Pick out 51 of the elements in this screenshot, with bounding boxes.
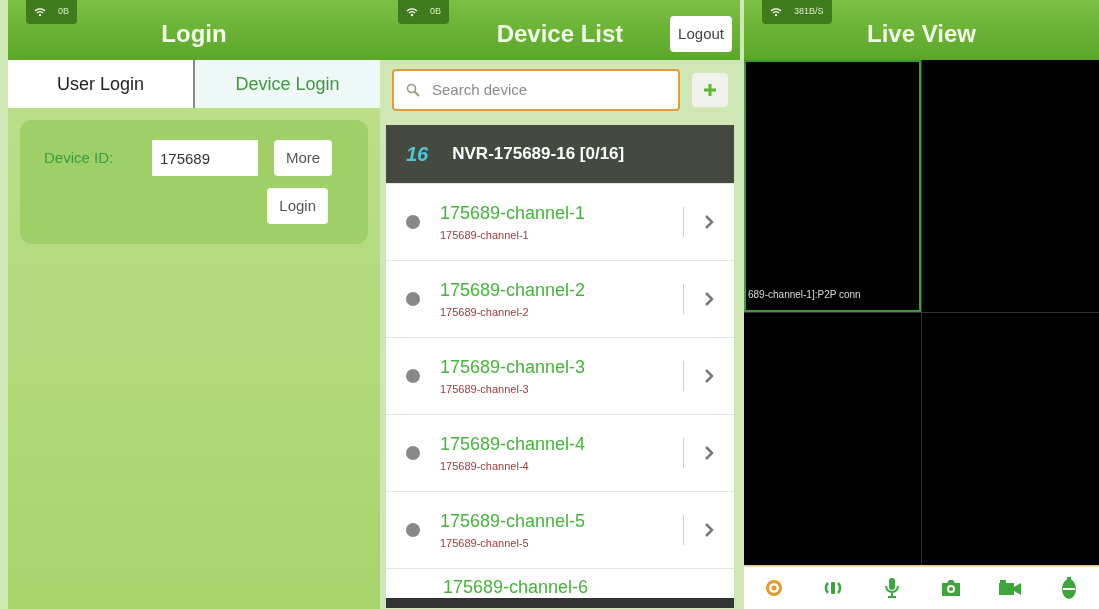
screen-title: Live View	[867, 19, 976, 49]
chevron-right-icon	[704, 445, 714, 461]
video-cell[interactable]: 689-channel-1]:P2P conn	[744, 60, 921, 312]
channel-name: 175689-channel-5	[440, 510, 587, 534]
search-bar[interactable]: Search device	[392, 69, 680, 111]
microphone-icon	[882, 577, 901, 599]
video-cell[interactable]	[922, 60, 1099, 312]
device-group-header[interactable]: 16 NVR-175689-16 [0/16]	[386, 125, 734, 183]
video-cell[interactable]	[922, 313, 1099, 565]
device-id-field[interactable]: 175689	[152, 140, 258, 176]
channel-subtitle: 175689-channel-2	[440, 305, 530, 321]
screen-title: Login	[161, 19, 227, 49]
wifi-icon	[406, 7, 418, 17]
channel-row[interactable]: 175689-channel-2 175689-channel-2	[386, 260, 734, 337]
network-speed: 381B/S	[794, 5, 824, 19]
channel-row[interactable]: 175689-channel-5 175689-channel-5	[386, 491, 734, 568]
chevron-right-icon	[704, 214, 714, 230]
channel-name: 175689-channel-1	[440, 202, 587, 226]
video-camera-icon	[998, 579, 1023, 597]
channel-name: 175689-channel-4	[440, 433, 587, 457]
login-button[interactable]: Login	[267, 188, 328, 224]
device-group-name: NVR-175689-16 [0/16]	[452, 143, 625, 166]
channel-count-label: 16	[406, 142, 429, 167]
more-button[interactable]: More	[274, 140, 333, 176]
channel-subtitle: 175689-channel-3	[440, 382, 530, 398]
logout-button[interactable]: Logout	[670, 16, 732, 52]
plus-icon	[703, 83, 717, 97]
channel-row[interactable]: 175689-channel-1 175689-channel-1	[386, 183, 734, 260]
video-status-text: 689-channel-1]:P2P conn	[747, 288, 862, 302]
channel-subtitle: 175689-channel-4	[440, 459, 530, 475]
device-id-label: Device ID:	[44, 147, 115, 168]
screen-title: Device List	[496, 19, 624, 49]
network-speed: 0B	[430, 5, 441, 19]
channel-name: 175689-channel-6	[443, 576, 589, 598]
chevron-right-icon	[704, 522, 714, 538]
add-button[interactable]	[692, 73, 728, 107]
chevron-right-icon	[704, 368, 714, 384]
chevron-right-icon	[704, 291, 714, 307]
channel-row[interactable]: 175689-channel-4 175689-channel-4	[386, 414, 734, 491]
video-cell[interactable]	[744, 313, 921, 565]
channel-subtitle: 175689-channel-5	[440, 536, 530, 552]
channel-subtitle: 175689-channel-1	[440, 228, 530, 244]
wifi-icon	[34, 7, 46, 17]
network-speed: 0B	[58, 5, 69, 19]
search-icon	[406, 83, 420, 97]
wifi-icon	[770, 7, 782, 17]
camera-icon	[940, 578, 963, 598]
search-field[interactable]: Search device	[432, 78, 666, 102]
channel-name: 175689-channel-3	[440, 356, 587, 380]
channel-row[interactable]: 175689-channel-3 175689-channel-3	[386, 337, 734, 414]
channel-name: 175689-channel-2	[440, 279, 587, 303]
